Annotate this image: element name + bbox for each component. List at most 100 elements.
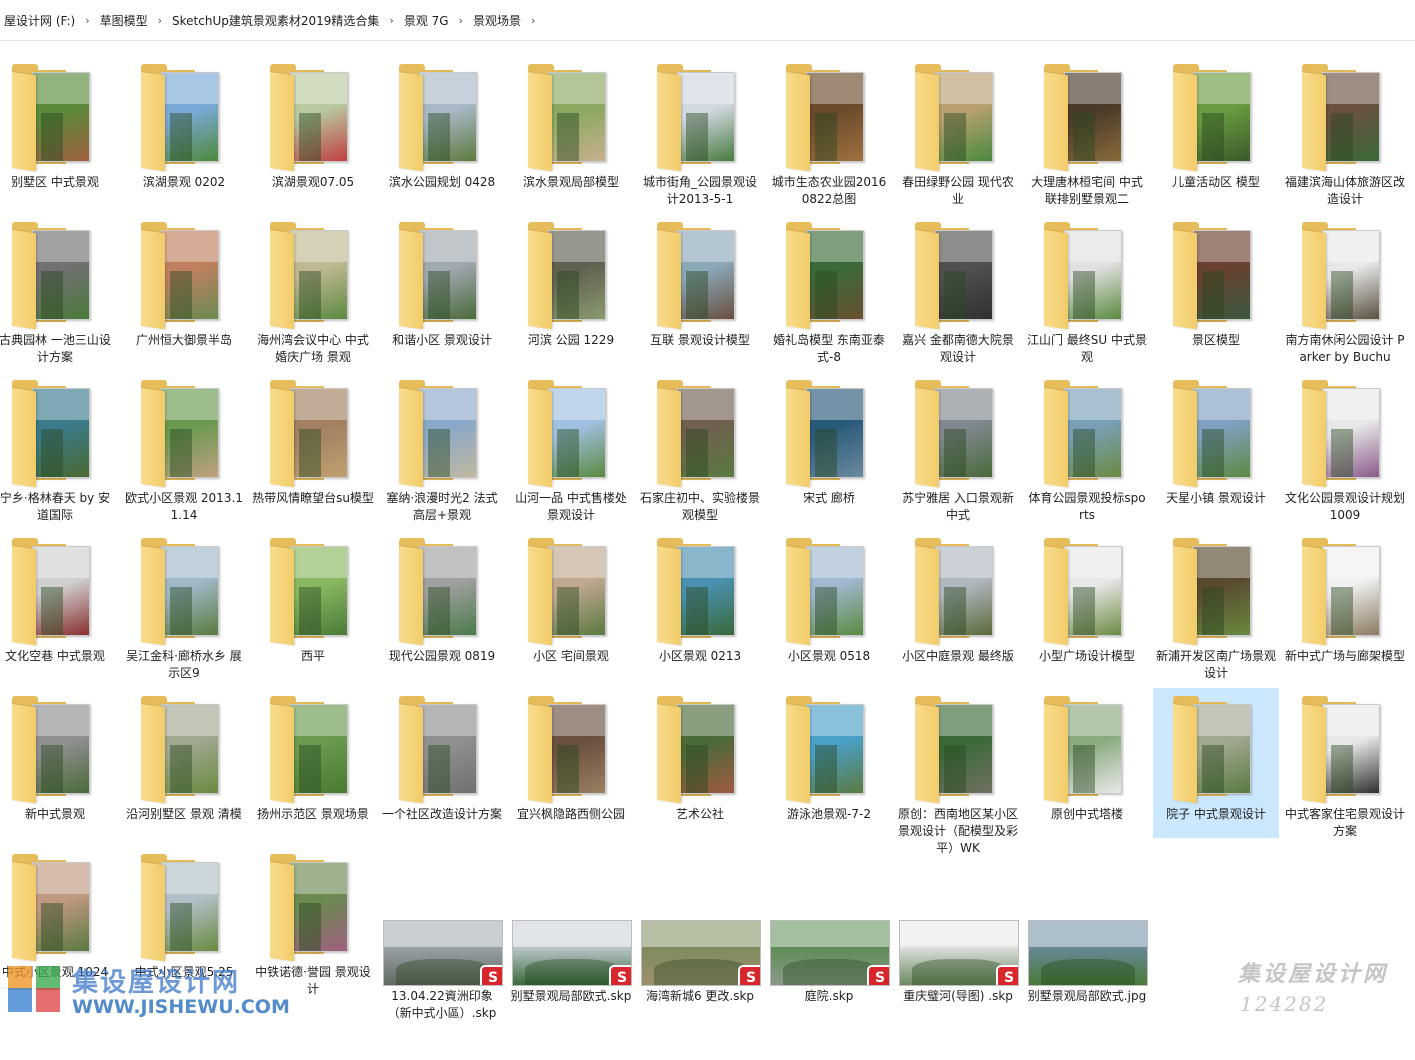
file-item[interactable]: S 13.04.22資洲印象（新中式小區）.skp (379, 910, 505, 1060)
folder-item[interactable]: 宜兴枫隐路西侧公园 (508, 688, 634, 838)
folder-item[interactable]: 滨湖景观 0202 (121, 56, 247, 206)
folder-icon (1300, 380, 1392, 488)
folder-item[interactable]: 文化空巷 中式景观 (0, 530, 118, 680)
breadcrumb-item[interactable]: 景观 7G (400, 12, 453, 29)
folder-icon (10, 64, 102, 172)
folder-item[interactable]: 中式小区景观 1024 (0, 846, 118, 996)
folder-item[interactable]: 福建滨海山体旅游区改造设计 (1282, 56, 1408, 206)
chevron-right-icon[interactable]: › (79, 14, 95, 27)
breadcrumb-item[interactable]: 景观场景 (469, 12, 525, 29)
folder-name: 别墅区 中式景观 (11, 175, 99, 189)
folder-item[interactable]: 和谐小区 景观设计 (379, 214, 505, 364)
folder-preview-image (161, 862, 219, 952)
folder-item[interactable]: 游泳池景观-7-2 (766, 688, 892, 838)
file-item[interactable]: S 别墅景观局部欧式.skp (508, 910, 634, 1060)
folder-item[interactable]: 沿河别墅区 景观 清模 (121, 688, 247, 838)
folder-preview-image (548, 72, 606, 162)
folder-item[interactable]: 景区模型 (1153, 214, 1279, 364)
folder-icon (913, 696, 1005, 804)
folder-icon (1300, 64, 1392, 172)
folder-item[interactable]: 古典园林 一池三山设计方案 (0, 214, 118, 364)
folder-item[interactable]: 小型广场设计模型 (1024, 530, 1150, 680)
folder-item[interactable]: 体育公园景观投标sports (1024, 372, 1150, 522)
folder-name: 大理唐林桓宅间 中式联排别墅景观二 (1031, 175, 1143, 206)
folder-item[interactable]: 宋式 廊桥 (766, 372, 892, 522)
folder-item[interactable]: 欧式小区景观 2013.11.14 (121, 372, 247, 522)
file-item[interactable]: 别墅景观局部欧式.jpg (1024, 910, 1150, 1060)
breadcrumb-item[interactable]: 屋设计网 (F:) (0, 12, 79, 29)
chevron-right-icon[interactable]: › (453, 14, 469, 27)
folder-item[interactable]: 艺术公社 (637, 688, 763, 838)
folder-item[interactable]: 中铁诺德·誉园 景观设计 (250, 846, 376, 996)
chevron-right-icon[interactable]: › (152, 14, 168, 27)
folder-name: 海州湾会议中心 中式婚庆广场 景观 (257, 333, 369, 364)
folder-item[interactable]: 儿童活动区 模型 (1153, 56, 1279, 206)
folder-item[interactable]: 中式客家住宅景观设计方案 (1282, 688, 1408, 838)
folder-item[interactable]: 热带风情瞭望台su模型 (250, 372, 376, 522)
folder-item[interactable]: 南方南休闲公园设计 Parker by Buchu (1282, 214, 1408, 364)
folder-item[interactable]: 石家庄初中、实验楼景观模型 (637, 372, 763, 522)
folder-item[interactable]: 现代公园景观 0819 (379, 530, 505, 680)
folder-item[interactable]: 西平 (250, 530, 376, 680)
chevron-right-icon[interactable]: › (383, 14, 399, 27)
file-item[interactable]: S 重庆璧河(导图) .skp (895, 910, 1021, 1060)
folder-icon (139, 854, 231, 962)
folder-item[interactable]: 宁乡·格林春天 by 安道国际 (0, 372, 118, 522)
breadcrumb-item[interactable]: SketchUp建筑景观素材2019精选合集 (168, 12, 383, 29)
sketchup-icon: S (998, 967, 1018, 985)
folder-item[interactable]: 一个社区改造设计方案 (379, 688, 505, 838)
folder-item[interactable]: 滨水景观局部模型 (508, 56, 634, 206)
folder-item[interactable]: 互联 景观设计模型 (637, 214, 763, 364)
folder-item[interactable]: 天星小镇 景观设计 (1153, 372, 1279, 522)
folder-item[interactable]: 新中式广场与廊架模型 (1282, 530, 1408, 680)
folder-preview-image (1322, 230, 1380, 320)
folder-item[interactable]: 小区中庭景观 最终版 (895, 530, 1021, 680)
folder-item[interactable]: 小区 宅间景观 (508, 530, 634, 680)
file-item[interactable]: S 海湾新城6 更改.skp (637, 910, 763, 1060)
chevron-right-icon[interactable]: › (525, 14, 541, 27)
folder-item[interactable]: 新浦开发区南广场景观设计 (1153, 530, 1279, 680)
folder-item[interactable]: 江山门 最终SU 中式景观 (1024, 214, 1150, 364)
folder-item[interactable]: 别墅区 中式景观 (0, 56, 118, 206)
folder-item[interactable]: 城市街角_公园景观设计2013-5-1 (637, 56, 763, 206)
folder-item[interactable]: 新中式景观 (0, 688, 118, 838)
folder-item[interactable]: 小区景观 0518 (766, 530, 892, 680)
folder-item[interactable]: 原创中式塔楼 (1024, 688, 1150, 838)
folder-item[interactable]: 塞纳·浪漫时光2 法式高层+景观 (379, 372, 505, 522)
folder-name: 小区中庭景观 最终版 (902, 649, 1014, 663)
folder-item[interactable]: 滨水公园规划 0428 (379, 56, 505, 206)
folder-name: 宋式 廊桥 (803, 491, 855, 505)
folder-preview-image (806, 72, 864, 162)
folder-item[interactable]: 海州湾会议中心 中式婚庆广场 景观 (250, 214, 376, 364)
folder-item[interactable]: 春田绿野公园 现代农业 (895, 56, 1021, 206)
folder-icon (655, 64, 747, 172)
folder-item[interactable]: 广州恒大御景半岛 (121, 214, 247, 364)
folder-item[interactable]: 吴江金科·廊桥水乡 展示区9 (121, 530, 247, 680)
folder-preview-image (290, 388, 348, 478)
folder-item[interactable]: 文化公园景观设计规划1009 (1282, 372, 1408, 522)
folder-item[interactable]: 扬州示范区 景观场景 (250, 688, 376, 838)
folder-item[interactable]: 滨湖景观07.05 (250, 56, 376, 206)
folder-name: 中式客家住宅景观设计方案 (1284, 807, 1405, 838)
folder-preview-image (1322, 72, 1380, 162)
folder-item[interactable]: 苏宁雅居 入口景观新中式 (895, 372, 1021, 522)
folder-name: 宁乡·格林春天 by 安道国际 (0, 491, 111, 522)
file-item[interactable]: S 庭院.skp (766, 910, 892, 1060)
folder-icon (1171, 222, 1263, 330)
folder-item[interactable]: 嘉兴 金都南德大院景观设计 (895, 214, 1021, 364)
folder-item[interactable]: 原创：西南地区某小区景观设计（配模型及彩平）WK (895, 688, 1021, 855)
folder-name: 南方南休闲公园设计 Parker by Buchu (1285, 333, 1405, 364)
folder-item[interactable]: 婚礼岛模型 东南亚泰式-8 (766, 214, 892, 364)
folder-item[interactable]: 山河一品 中式售楼处景观设计 (508, 372, 634, 522)
folder-icon (397, 538, 489, 646)
folder-item[interactable]: 河滨 公园 1229 (508, 214, 634, 364)
folder-name: 艺术公社 (675, 807, 724, 821)
folder-item[interactable]: 院子 中式景观设计 (1153, 688, 1279, 838)
breadcrumb-item[interactable]: 草图模型 (96, 12, 152, 29)
folder-item[interactable]: 城市生态农业园20160822总图 (766, 56, 892, 206)
folder-item[interactable]: 小区景观 0213 (637, 530, 763, 680)
folder-preview-image (32, 546, 90, 636)
folder-name: 游泳池景观-7-2 (787, 807, 871, 821)
folder-item[interactable]: 大理唐林桓宅间 中式联排别墅景观二 (1024, 56, 1150, 206)
folder-item[interactable]: 中式小区景观5.25 (121, 846, 247, 996)
